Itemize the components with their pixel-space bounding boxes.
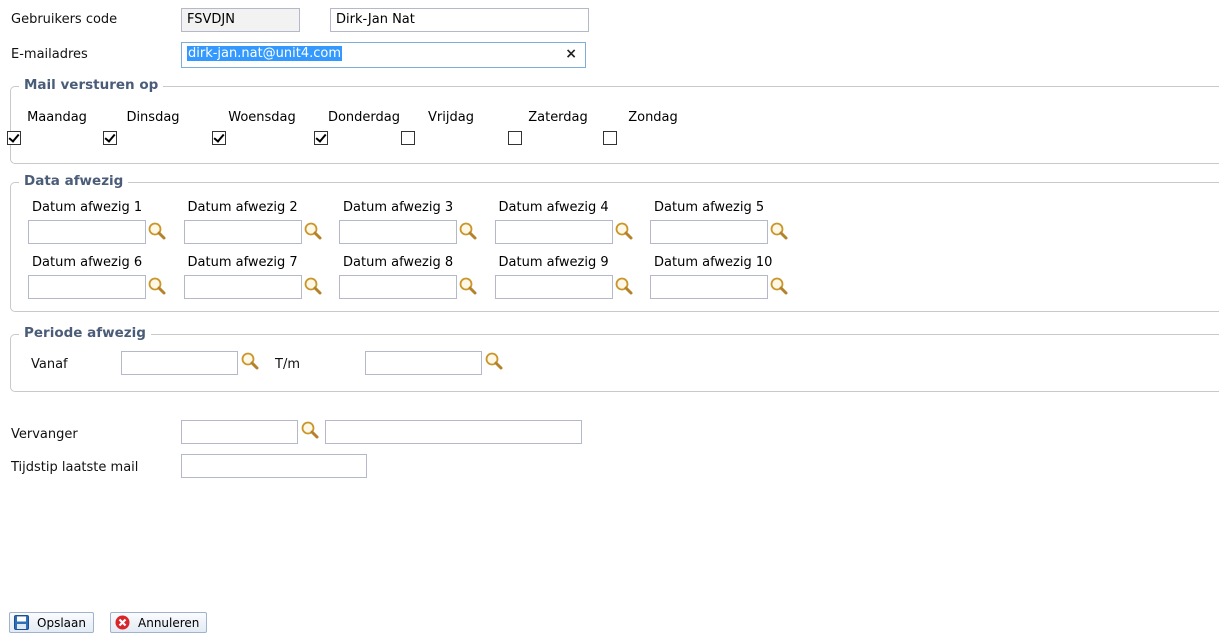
- absent-date-field-6[interactable]: [28, 275, 146, 299]
- replacement-code-field[interactable]: [181, 420, 298, 444]
- absent-date-lookup-icon[interactable]: [614, 276, 634, 296]
- absent-date-lookup-icon[interactable]: [147, 221, 167, 241]
- absent-date-lookup-icon[interactable]: [458, 221, 478, 241]
- absent-date-lookup-icon[interactable]: [614, 221, 634, 241]
- cancel-label: Annuleren: [138, 615, 200, 630]
- absent-date-field-9[interactable]: [494, 275, 613, 299]
- absent-date-lookup-icon[interactable]: [458, 276, 478, 296]
- day-woensdag: Woensdag: [212, 110, 312, 145]
- email-label: E-mailadres: [11, 47, 88, 62]
- absent-date-label: Datum afwezig 7: [187, 255, 298, 270]
- day-maandag: Maandag: [7, 110, 107, 145]
- absent-date-label: Datum afwezig 2: [187, 200, 298, 215]
- email-field[interactable]: dirk-jan.nat@unit4.com ×: [181, 42, 586, 68]
- save-icon: [14, 615, 29, 630]
- clear-email-icon[interactable]: ×: [565, 45, 577, 63]
- replacement-name-field[interactable]: [325, 420, 582, 444]
- user-code-field: FSVDJN: [181, 8, 300, 32]
- absent-date-lookup-icon[interactable]: [769, 276, 789, 296]
- day-checkbox[interactable]: [314, 131, 328, 145]
- day-vrijdag: Vrijdag: [401, 110, 501, 145]
- mail-days-legend: Mail versturen op: [19, 77, 164, 93]
- to-date-field[interactable]: [365, 351, 482, 375]
- absent-date-label: Datum afwezig 8: [343, 255, 454, 270]
- day-checkbox[interactable]: [7, 131, 21, 145]
- day-dinsdag: Dinsdag: [103, 110, 203, 145]
- day-label: Vrijdag: [428, 110, 474, 125]
- day-checkbox[interactable]: [212, 131, 226, 145]
- absent-date-lookup-icon[interactable]: [769, 221, 789, 241]
- to-label: T/m: [275, 357, 300, 372]
- save-button[interactable]: Opslaan: [9, 612, 94, 633]
- cancel-icon: [115, 615, 130, 630]
- from-label: Vanaf: [31, 357, 68, 372]
- user-name-field[interactable]: Dirk-Jan Nat: [330, 8, 589, 32]
- absent-period-legend: Periode afwezig: [19, 325, 151, 341]
- absent-date-field-4[interactable]: [494, 220, 613, 244]
- absent-date-label: Datum afwezig 4: [498, 200, 609, 215]
- absent-date-field-10[interactable]: [650, 275, 768, 299]
- replacement-label: Vervanger: [11, 427, 78, 442]
- mail-days-group: Mail versturen op Maandag Dinsdag Woensdag…: [7, 77, 1219, 164]
- absent-date-field-1[interactable]: [28, 220, 146, 244]
- absent-date-field-8[interactable]: [339, 275, 457, 299]
- absent-date-field-7[interactable]: [183, 275, 302, 299]
- day-label: Zondag: [628, 110, 678, 125]
- absent-date-label: Datum afwezig 10: [654, 255, 773, 270]
- day-zondag: Zondag: [603, 110, 703, 145]
- absent-dates-legend: Data afwezig: [19, 173, 129, 189]
- absent-date-label: Datum afwezig 1: [32, 200, 143, 215]
- day-label: Maandag: [27, 110, 87, 125]
- day-label: Donderdag: [327, 110, 401, 125]
- absent-date-field-2[interactable]: [183, 220, 302, 244]
- day-checkbox[interactable]: [603, 131, 617, 145]
- day-checkbox[interactable]: [401, 131, 415, 145]
- replacement-lookup-icon[interactable]: [300, 420, 320, 440]
- absent-date-lookup-icon[interactable]: [303, 276, 323, 296]
- day-donderdag: Donderdag: [314, 110, 414, 145]
- save-label: Opslaan: [37, 615, 86, 630]
- absent-date-field-3[interactable]: [339, 220, 457, 244]
- email-value: dirk-jan.nat@unit4.com: [187, 46, 343, 61]
- day-label: Zaterdag: [528, 110, 588, 125]
- absent-date-label: Datum afwezig 9: [498, 255, 609, 270]
- absent-dates-group: Data afwezig Datum afwezig 1 Datum afwezi…: [10, 173, 1219, 312]
- day-zaterdag: Zaterdag: [508, 110, 608, 145]
- day-label: Woensdag: [228, 110, 296, 125]
- from-date-lookup-icon[interactable]: [240, 351, 260, 371]
- user-code-label: Gebruikers code: [11, 12, 118, 27]
- day-label: Dinsdag: [126, 110, 180, 125]
- absent-period-group: Periode afwezig Vanaf T/m: [10, 325, 1219, 392]
- last-mail-field: [181, 454, 367, 478]
- cancel-button[interactable]: Annuleren: [110, 612, 208, 633]
- absent-date-label: Datum afwezig 3: [343, 200, 454, 215]
- day-checkbox[interactable]: [508, 131, 522, 145]
- to-date-lookup-icon[interactable]: [484, 351, 504, 371]
- absent-date-field-5[interactable]: [650, 220, 768, 244]
- day-checkbox[interactable]: [103, 131, 117, 145]
- absent-date-lookup-icon[interactable]: [303, 221, 323, 241]
- absent-date-label: Datum afwezig 5: [654, 200, 765, 215]
- absent-date-lookup-icon[interactable]: [147, 276, 167, 296]
- from-date-field[interactable]: [121, 351, 238, 375]
- absent-date-label: Datum afwezig 6: [32, 255, 143, 270]
- last-mail-label: Tijdstip laatste mail: [11, 460, 139, 475]
